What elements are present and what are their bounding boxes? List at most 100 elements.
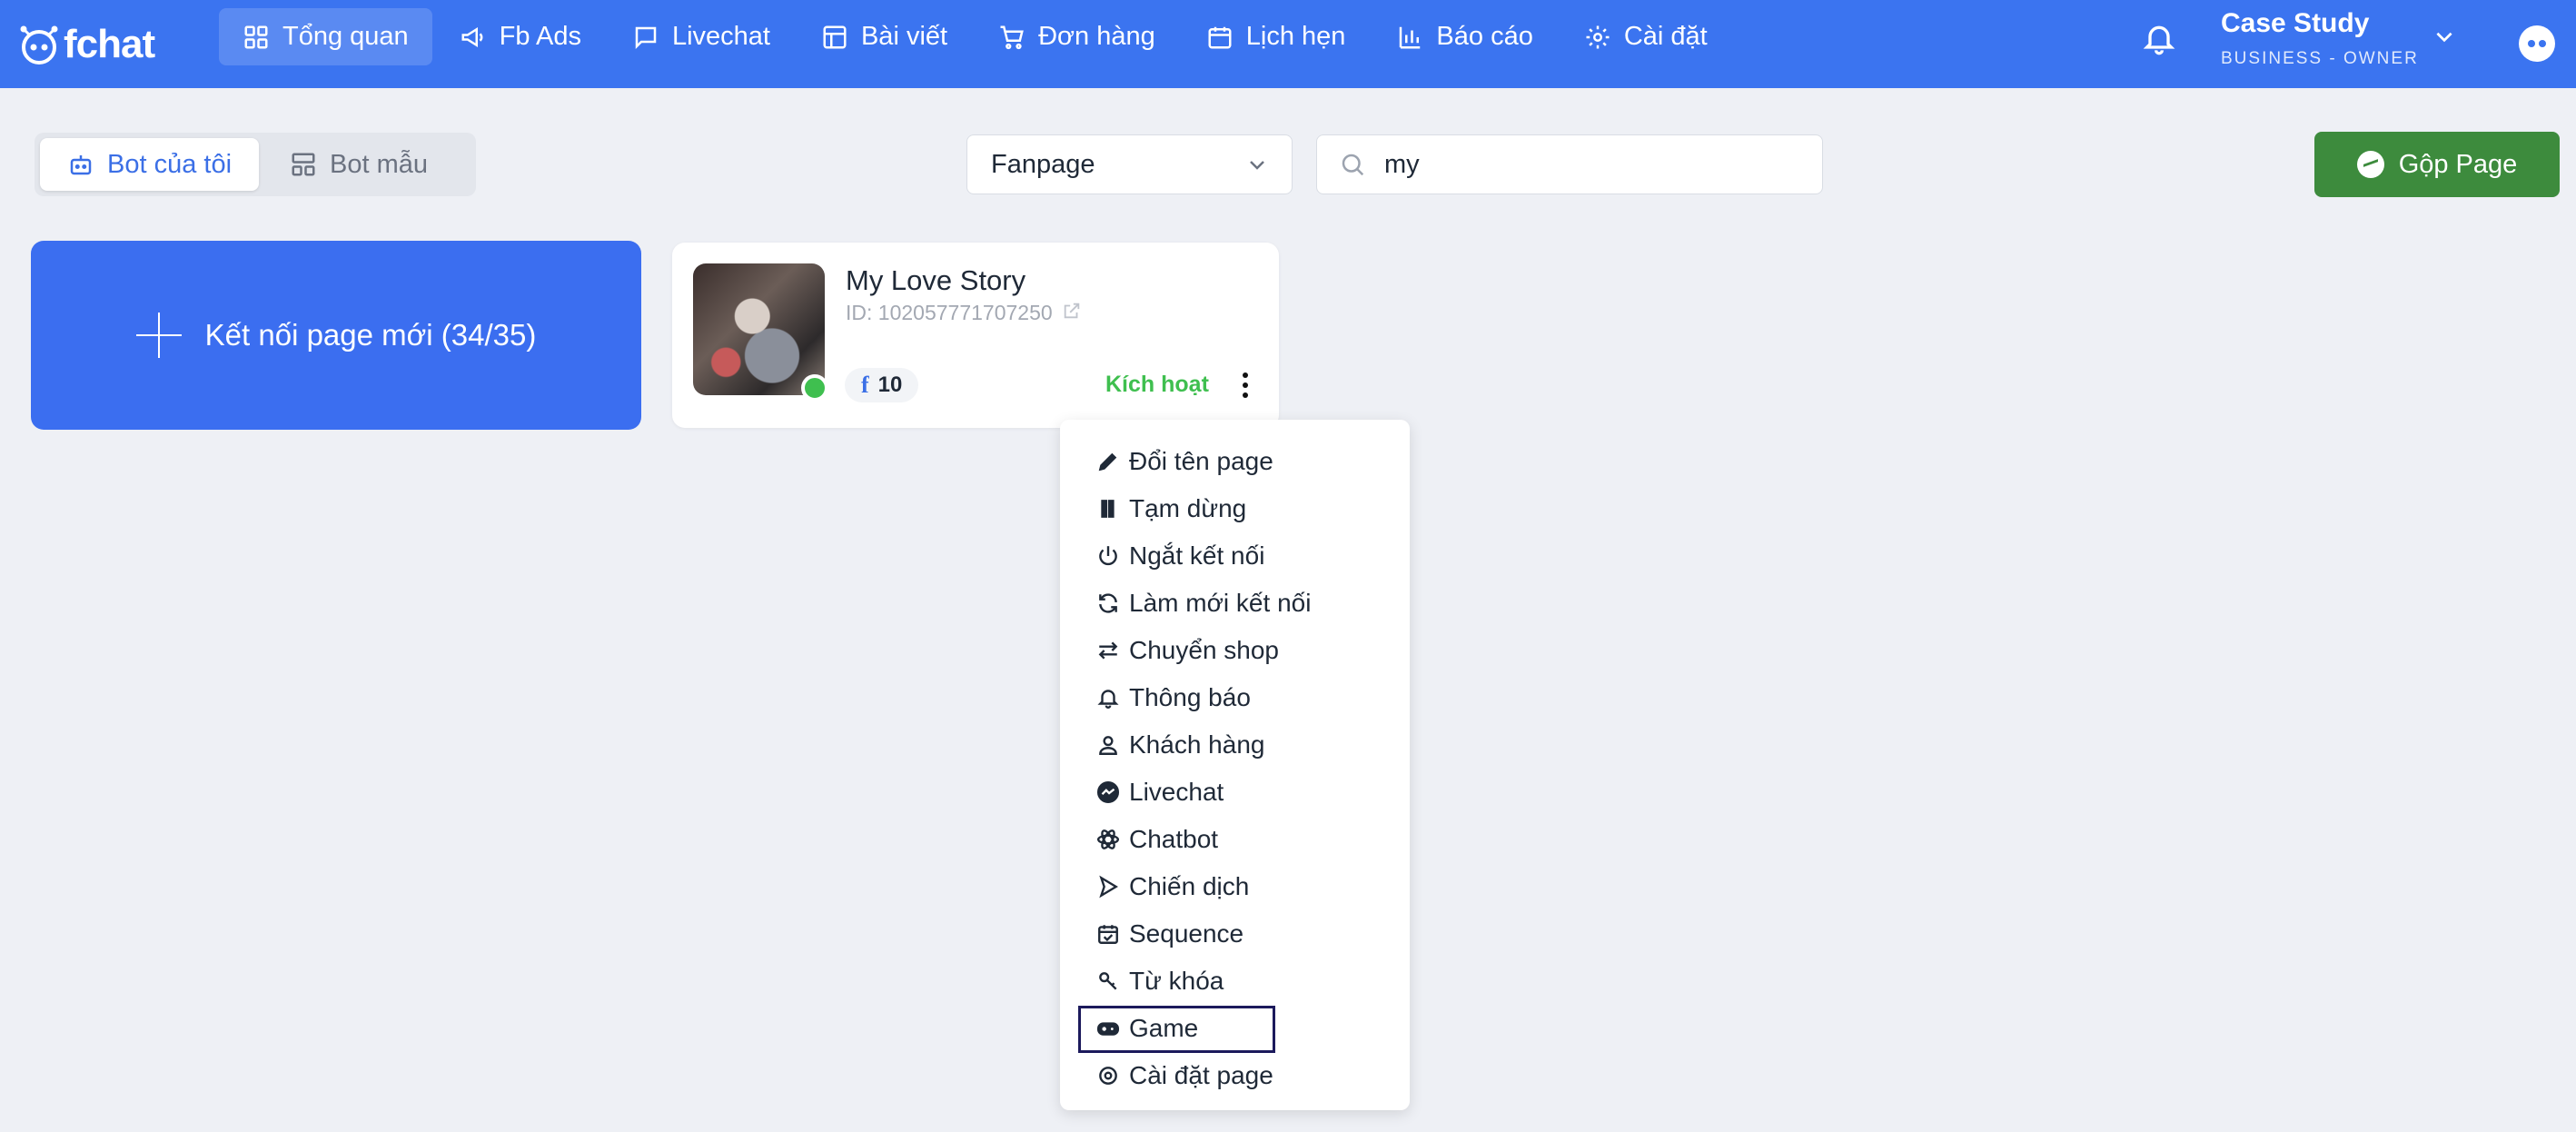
nav-item-cai-dat[interactable]: Cài đặt — [1560, 8, 1731, 65]
menu-item-label: Cài đặt page — [1129, 1061, 1273, 1089]
menu-item-label: Chuyển shop — [1129, 636, 1280, 664]
account-role: BUSINESS - OWNER — [2221, 49, 2419, 68]
bot-tabs: Bot của tôi Bot mẫu — [35, 133, 476, 196]
nav-item-label: Fb Ads — [499, 22, 581, 51]
page-avatar — [693, 263, 825, 395]
menu-item-disconnect[interactable]: Ngắt kết nối — [1060, 532, 1410, 580]
robot-icon — [70, 155, 92, 175]
dashboard-icon — [244, 25, 268, 48]
connect-page-label: Kết nối page mới (34/35) — [204, 318, 537, 352]
robot-logo-icon — [20, 25, 58, 65]
menu-item-rename-page[interactable]: Đổi tên page — [1060, 438, 1410, 485]
merge-page-button[interactable]: Gộp Page — [2314, 132, 2560, 197]
kebab-dot — [1243, 372, 1248, 378]
bell-icon — [2143, 25, 2175, 55]
messenger-icon — [1096, 780, 1120, 804]
nav-item-label: Đơn hàng — [1038, 22, 1155, 51]
page-id-row: ID: 102057771707250 — [846, 301, 1082, 325]
menu-item-campaigns[interactable]: Chiến dịch — [1060, 863, 1410, 910]
atom-icon — [1096, 829, 1120, 849]
tab-bot-templates[interactable]: Bot mẫu — [263, 138, 455, 191]
menu-item-refresh-connection[interactable]: Làm mới kết nối — [1060, 580, 1410, 627]
bell-icon — [1097, 690, 1119, 709]
page-options-menu: Đổi tên page Tạm dừng Ngắt kết nối Làm m… — [1060, 420, 1410, 1110]
fb-count-badge: f 10 — [845, 368, 919, 402]
calendar-icon — [1208, 26, 1232, 48]
page-name: My Love Story — [846, 264, 1026, 296]
menu-item-label: Từ khóa — [1129, 967, 1224, 995]
more-options-button[interactable] — [1232, 370, 1259, 402]
menu-item-sequence[interactable]: Sequence — [1060, 910, 1410, 958]
menu-item-label: Làm mới kết nối — [1129, 589, 1312, 617]
page-status: Kích hoạt — [1105, 372, 1209, 397]
tab-label: Bot của tôi — [107, 149, 233, 179]
messenger-icon — [2356, 151, 2384, 178]
tab-label: Bot mẫu — [330, 149, 429, 179]
menu-item-game[interactable]: Game — [1060, 1005, 1410, 1053]
menu-item-keywords[interactable]: Từ khóa — [1060, 958, 1410, 1005]
plus-icon — [135, 313, 182, 358]
menu-item-label: Chiến dịch — [1129, 872, 1250, 900]
nav-item-fb-ads[interactable]: Fb Ads — [436, 8, 605, 65]
notifications-button[interactable] — [2141, 20, 2177, 56]
account-dropdown-toggle[interactable] — [2432, 25, 2456, 48]
power-icon — [1099, 546, 1117, 566]
menu-item-label: Sequence — [1129, 919, 1244, 948]
brand-name: fchat — [64, 22, 155, 66]
kebab-dot — [1243, 382, 1248, 388]
main-nav: Tổng quan Fb Ads Livechat Bài viết Đơn h… — [219, 8, 1735, 65]
select-value: Fanpage — [991, 149, 1095, 179]
send-icon — [1099, 875, 1118, 899]
calendar-check-icon — [1098, 925, 1118, 944]
menu-item-pause[interactable]: Tạm dừng — [1060, 485, 1410, 532]
swap-icon — [1098, 641, 1118, 660]
user-icon — [1099, 736, 1117, 755]
menu-item-label: Game — [1129, 1014, 1199, 1042]
gear-icon — [1586, 25, 1610, 48]
tab-my-bots[interactable]: Bot của tôi — [40, 138, 260, 191]
menu-item-page-settings[interactable]: Cài đặt page — [1060, 1052, 1410, 1099]
nav-item-label: Bài viết — [860, 22, 948, 51]
nav-item-label: Livechat — [671, 22, 770, 51]
gear-icon — [1099, 1067, 1117, 1085]
merge-button-label: Gộp Page — [2398, 149, 2518, 179]
brand-logo[interactable]: fchat — [18, 13, 155, 76]
menu-item-label: Tạm dừng — [1129, 494, 1247, 522]
top-navbar: fchat Tổng quan Fb Ads Livechat Bài viết… — [0, 0, 2576, 88]
support-chat-icon[interactable] — [2519, 25, 2555, 62]
kebab-dot — [1243, 392, 1248, 398]
nav-item-label: Tổng quan — [282, 22, 409, 51]
menu-item-label: Livechat — [1129, 778, 1224, 806]
nav-item-lich-hen[interactable]: Lịch hẹn — [1183, 8, 1370, 65]
menu-item-label: Thông báo — [1129, 683, 1251, 711]
chevron-down-icon — [2436, 32, 2452, 43]
external-link-icon[interactable] — [1062, 301, 1082, 325]
fanpage-filter-select[interactable]: Fanpage — [966, 134, 1293, 194]
nav-item-bao-cao[interactable]: Báo cáo — [1372, 8, 1556, 65]
layout-icon — [823, 25, 847, 48]
nav-item-label: Cài đặt — [1623, 22, 1708, 51]
account-menu[interactable]: Case Study BUSINESS - OWNER — [2221, 7, 2419, 69]
bar-chart-icon — [1400, 26, 1421, 48]
menu-item-label: Khách hàng — [1129, 730, 1265, 759]
account-name: Case Study — [2221, 8, 2370, 38]
menu-item-customers[interactable]: Khách hàng — [1060, 721, 1410, 769]
menu-item-label: Đổi tên page — [1129, 447, 1273, 475]
nav-item-don-hang[interactable]: Đơn hàng — [975, 8, 1179, 65]
menu-item-chatbot[interactable]: Chatbot — [1060, 816, 1410, 863]
menu-item-livechat[interactable]: Livechat — [1060, 769, 1410, 816]
page-card[interactable]: My Love Story ID: 102057771707250 f 10 K… — [672, 243, 1279, 428]
search-input[interactable] — [1384, 149, 1800, 180]
menu-item-label: Chatbot — [1129, 825, 1219, 853]
connect-new-page-button[interactable]: Kết nối page mới (34/35) — [31, 241, 641, 430]
megaphone-icon — [461, 26, 483, 47]
menu-item-switch-shop[interactable]: Chuyển shop — [1060, 627, 1410, 674]
nav-item-tong-quan[interactable]: Tổng quan — [219, 8, 432, 65]
menu-item-label: Ngắt kết nối — [1129, 541, 1265, 570]
nav-item-bai-viet[interactable]: Bài viết — [798, 8, 971, 65]
page-id: ID: 102057771707250 — [846, 301, 1053, 324]
nav-item-livechat[interactable]: Livechat — [609, 8, 794, 65]
menu-item-notifications[interactable]: Thông báo — [1060, 674, 1410, 721]
cart-icon — [1000, 25, 1024, 49]
pause-icon — [1101, 500, 1115, 518]
